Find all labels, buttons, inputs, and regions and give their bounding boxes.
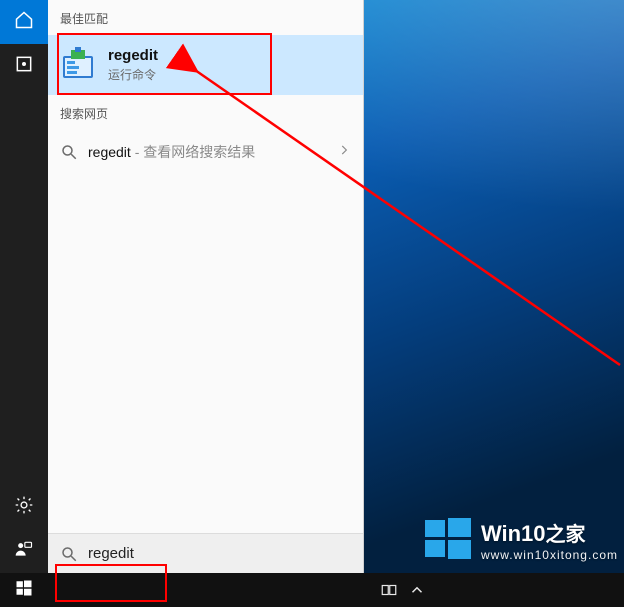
start-button[interactable] (0, 573, 48, 607)
best-match-title: regedit (108, 47, 158, 64)
search-results-panel: 最佳匹配 regedit 运行命令 (48, 0, 364, 573)
brand-line1-a: Win10 (481, 521, 546, 546)
windows-logo-icon (425, 516, 471, 567)
search-icon (60, 143, 78, 161)
home-icon (14, 10, 34, 35)
web-item-hint: - 查看网络搜索结果 (131, 144, 255, 160)
brand-line2: www.win10xitong.com (481, 549, 618, 561)
regedit-icon (60, 47, 96, 83)
brand-line1-b: 之家 (546, 524, 586, 546)
person-feedback-icon (14, 539, 34, 564)
brand-line1: Win10之家 (481, 523, 618, 545)
rail-apps-button[interactable] (0, 44, 48, 88)
tray-up-icon[interactable] (408, 581, 426, 599)
search-rail (0, 0, 48, 573)
rail-settings-button[interactable] (0, 485, 48, 529)
search-icon (60, 545, 78, 563)
best-match-item[interactable]: regedit 运行命令 (48, 35, 363, 95)
group-header-best-match: 最佳匹配 (48, 0, 363, 35)
rail-home-button[interactable] (0, 0, 48, 44)
web-search-item[interactable]: regedit - 查看网络搜索结果 (48, 130, 363, 174)
best-match-subtitle: 运行命令 (108, 66, 158, 83)
search-box[interactable] (48, 533, 363, 573)
chevron-right-icon (337, 143, 351, 162)
apps-icon (14, 54, 34, 79)
web-item-term: regedit (88, 144, 131, 160)
gear-icon (14, 495, 34, 520)
web-item-text: regedit - 查看网络搜索结果 (88, 142, 255, 162)
group-header-web: 搜索网页 (48, 95, 363, 130)
rail-feedback-button[interactable] (0, 529, 48, 573)
search-input[interactable] (88, 545, 351, 562)
watermark-brand: Win10之家 www.win10xitong.com (425, 516, 618, 567)
windows-start-icon (15, 579, 33, 602)
taskbar (0, 573, 624, 607)
taskview-icon[interactable] (380, 581, 398, 599)
